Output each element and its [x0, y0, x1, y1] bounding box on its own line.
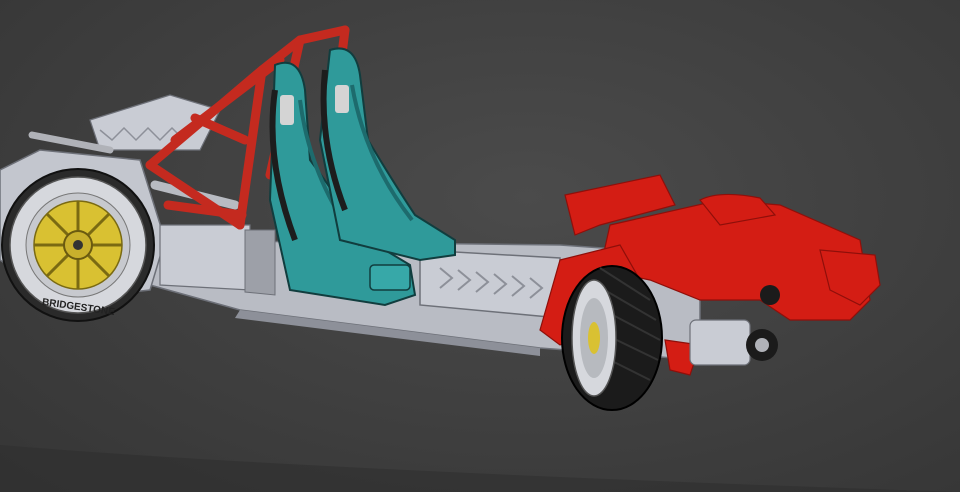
racing-seat-right	[318, 47, 456, 262]
chassis-model: BRIDGESTONE	[0, 25, 960, 492]
front-wheel: BRIDGESTONE	[1, 168, 155, 322]
3d-viewport[interactable]: BRIDGESTONE	[0, 0, 960, 492]
rear-wheel	[561, 265, 663, 411]
ground-shadow	[0, 445, 960, 492]
